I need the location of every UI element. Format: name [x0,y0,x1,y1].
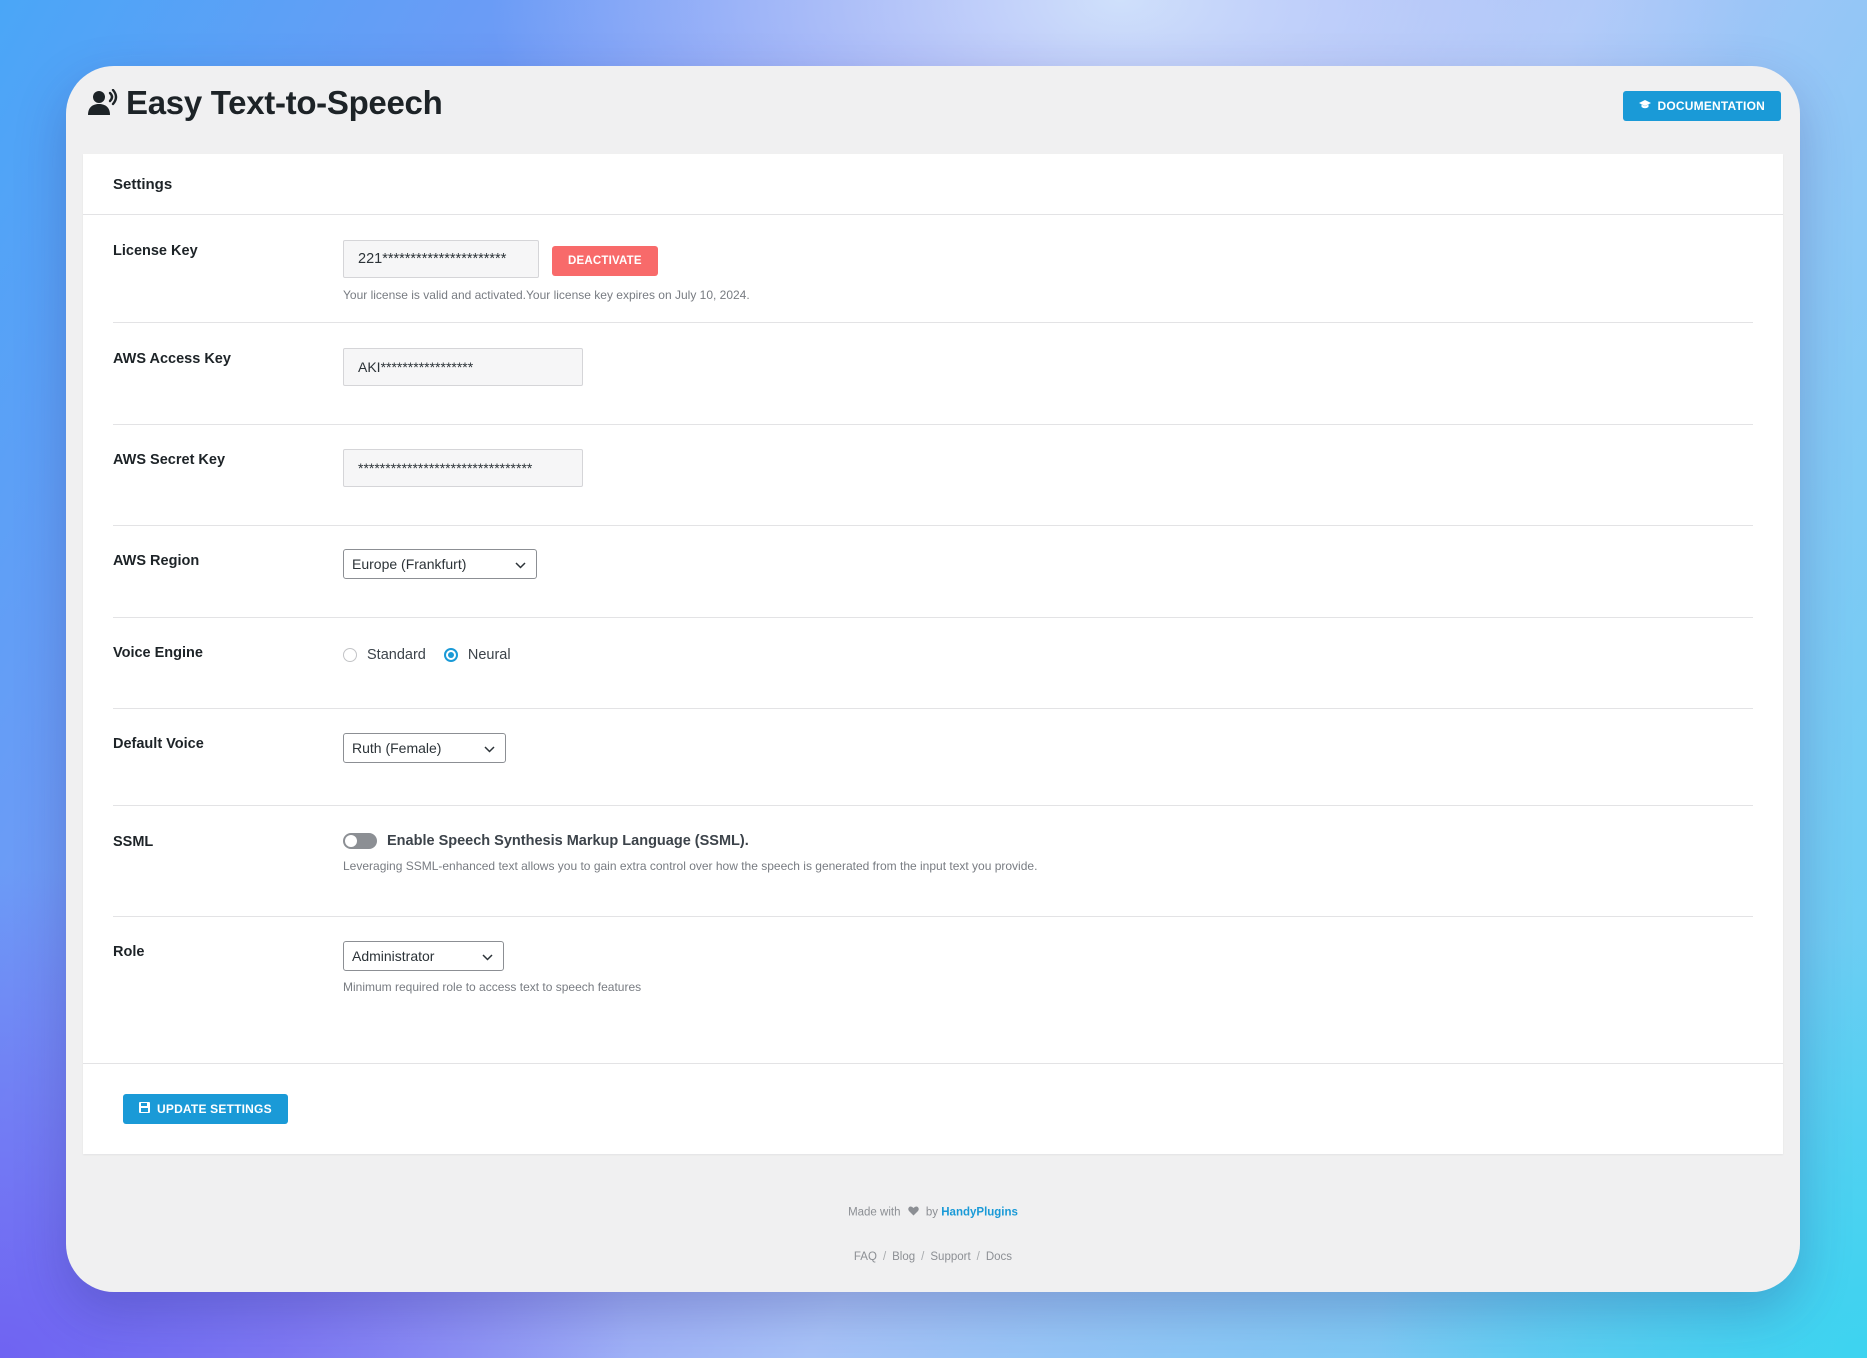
card-title: Settings [83,154,1783,215]
aws-access-key-label: AWS Access Key [113,351,231,367]
role-label: Role [113,944,145,960]
aws-region-label: AWS Region [113,553,200,569]
voice-engine-row: Voice Engine Standard Neural [113,618,1753,709]
default-voice-select[interactable]: Ruth (Female) [343,733,506,763]
default-voice-label: Default Voice [113,736,204,752]
page-title: Easy Text-to-Speech [126,84,443,121]
default-voice-row: Default Voice Ruth (Female) [113,709,1753,806]
ssml-toggle[interactable] [343,833,377,849]
made-with-text: Made with [848,1206,901,1219]
card-footer: UPDATE SETTINGS [83,1063,1783,1154]
documentation-button[interactable]: DOCUMENTATION [1622,91,1781,121]
default-voice-field: Ruth (Female) [343,733,506,763]
aws-access-key-row: AWS Access Key AKI***************** [113,323,1753,425]
aws-secret-key-field: ******************************** [343,449,583,487]
aws-secret-key-label: AWS Secret Key [113,452,226,468]
aws-region-select[interactable]: Europe (Frankfurt) [343,549,537,579]
app-title: Easy Text-to-Speech [88,84,443,122]
page-footer: Made with by HandyPlugins FAQ / Blog / S… [66,1206,1800,1263]
radio-neural-label: Neural [467,647,511,663]
ssml-field: Enable Speech Synthesis Markup Language … [343,833,1037,873]
footer-link-faq[interactable]: FAQ [854,1251,877,1263]
radio-standard-label: Standard [367,647,426,663]
footer-separator: / [882,1251,887,1263]
aws-region-row: AWS Region Europe (Frankfurt) [113,526,1753,618]
documentation-label: DOCUMENTATION [1657,99,1765,113]
radio-neural-circle[interactable] [443,648,458,662]
footer-credit: Made with by HandyPlugins [66,1206,1800,1219]
voice-engine-label: Voice Engine [113,645,203,661]
role-field: Administrator Minimum required role to a… [343,941,641,994]
role-value: Administrator [352,948,435,964]
aws-access-key-field: AKI***************** [343,348,583,386]
ssml-description: Leveraging SSML-enhanced text allows you… [343,859,1038,873]
footer-link-support[interactable]: Support [930,1251,970,1263]
update-settings-button[interactable]: UPDATE SETTINGS [123,1094,288,1124]
license-key-label: License Key [113,243,198,259]
footer-link-blog[interactable]: Blog [892,1251,915,1263]
heart-icon [907,1206,919,1219]
role-row: Role Administrator Minimum required role… [113,917,1753,1062]
license-key-row: License Key 221********************** DE… [113,215,1753,323]
handyplugins-link[interactable]: HandyPlugins [941,1207,1018,1219]
ssml-row: SSML Enable Speech Synthesis Markup Lang… [113,806,1753,917]
license-key-field: 221********************** DEACTIVATE You… [343,240,750,302]
radio-standard[interactable]: Standard [343,647,426,663]
voice-engine-field: Standard Neural [343,647,511,663]
update-settings-label: UPDATE SETTINGS [157,1102,272,1116]
speaking-person-icon [88,87,120,119]
radio-standard-circle[interactable] [343,648,357,662]
chevron-down-icon [484,740,495,756]
aws-region-field: Europe (Frankfurt) [343,549,537,579]
ssml-toggle-label: Enable Speech Synthesis Markup Language … [387,833,749,849]
radio-neural[interactable]: Neural [443,647,511,663]
license-key-input[interactable]: 221********************** [343,240,539,278]
aws-secret-key-input[interactable]: ******************************** [343,449,583,487]
footer-separator: / [976,1251,980,1263]
app-window: Easy Text-to-Speech DOCUMENTATION Settin… [66,66,1800,1292]
footer-links: FAQ / Blog / Support / Docs [66,1251,1800,1263]
aws-access-key-input[interactable]: AKI***************** [343,348,583,386]
ssml-label: SSML [113,834,154,850]
role-select[interactable]: Administrator [343,941,504,971]
default-voice-value: Ruth (Female) [352,740,442,756]
footer-separator: / [921,1251,925,1263]
settings-card: Settings License Key 221****************… [83,154,1783,1154]
by-text: by [925,1206,939,1219]
license-status-text: Your license is valid and activated.Your… [343,288,750,302]
role-description: Minimum required role to access text to … [343,980,642,994]
footer-link-docs[interactable]: Docs [986,1251,1012,1263]
chevron-down-icon [515,556,526,572]
voice-engine-radio-group: Standard Neural [343,647,511,663]
save-icon [139,1102,150,1116]
graduation-cap-icon [1638,99,1651,113]
deactivate-button[interactable]: DEACTIVATE [552,246,658,276]
ssml-toggle-line: Enable Speech Synthesis Markup Language … [343,833,1037,849]
aws-region-value: Europe (Frankfurt) [352,556,467,572]
aws-secret-key-row: AWS Secret Key *************************… [113,425,1753,526]
chevron-down-icon [482,948,493,964]
app-header: Easy Text-to-Speech DOCUMENTATION [88,84,1781,134]
